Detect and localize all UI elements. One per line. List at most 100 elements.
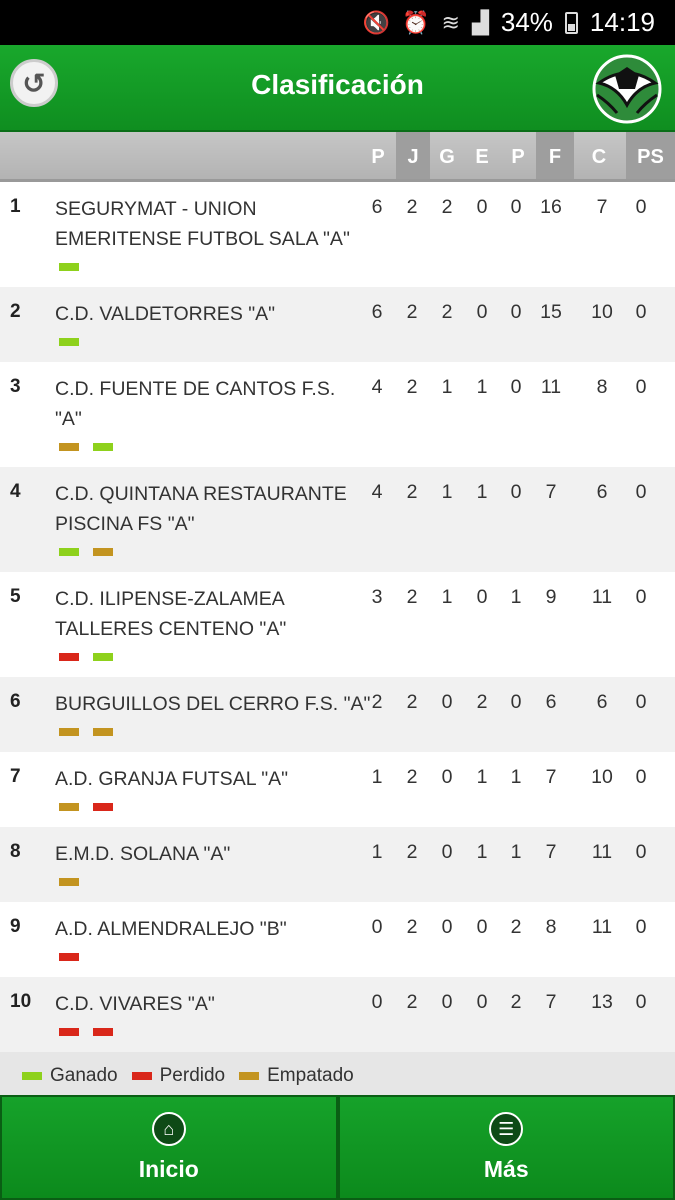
table-row[interactable]: 5 C.D. ILIPENSE-ZALAMEA TALLERES CENTENO "…: [0, 572, 675, 677]
col-won: G: [439, 146, 455, 168]
form-lost-marker: [93, 803, 113, 811]
row-stat: 6: [371, 301, 383, 323]
team-name-line: C.D. VIVARES "A": [55, 993, 215, 1015]
table-row[interactable]: 8 E.M.D. SOLANA "A" 1 2 0 1 1 7 11 0: [0, 827, 675, 902]
row-stat: 11: [591, 841, 613, 863]
home-icon: ⌂: [151, 1112, 186, 1146]
signal-icon: ▟: [471, 9, 489, 35]
row-stat: 2: [441, 196, 453, 218]
row-stat: 2: [510, 916, 522, 938]
row-stat: 7: [545, 841, 557, 863]
legend: Ganado Perdido Empatado: [0, 1057, 675, 1095]
row-form: [59, 878, 79, 886]
form-won-marker: [93, 653, 113, 661]
team-name-line: EMERITENSE FUTBOL SALA "A": [55, 228, 350, 250]
row-form: [59, 338, 79, 346]
row-team-name: C.D. ILIPENSE-ZALAMEA TALLERES CENTENO "A…: [55, 584, 365, 644]
table-row[interactable]: 3 C.D. FUENTE DE CANTOS F.S. "A" 4 2 1 1 0 11 8 0: [0, 362, 675, 467]
drawn-swatch: [239, 1072, 260, 1080]
row-rank: 8: [10, 841, 21, 862]
app-bar: ↺ Clasificación: [0, 45, 675, 132]
legend-drawn-label: Empatado: [267, 1065, 354, 1086]
row-stat: 1: [371, 841, 383, 863]
row-rank: 4: [10, 481, 21, 502]
table-row[interactable]: 7 A.D. GRANJA FUTSAL "A" 1 2 0 1 1 7 10 0: [0, 752, 675, 827]
row-team-name: SEGURYMAT - UNION EMERITENSE FUTBOL SALA …: [55, 194, 365, 254]
row-rank: 7: [10, 766, 21, 787]
row-stat: 6: [596, 481, 608, 503]
row-stat: 0: [635, 376, 647, 398]
row-stat: 16: [540, 196, 562, 218]
row-stat: 10: [591, 766, 613, 788]
row-form: [59, 728, 113, 736]
team-name-line: PISCINA FS "A": [55, 513, 195, 535]
row-stat: 2: [371, 691, 383, 713]
row-stat: 2: [406, 586, 418, 608]
table-row[interactable]: 9 A.D. ALMENDRALEJO "B" 0 2 0 0 2 8 11 0: [0, 902, 675, 977]
row-team-name: A.D. ALMENDRALEJO "B": [55, 914, 365, 944]
more-label: Más: [483, 1156, 529, 1182]
row-team-name: C.D. QUINTANA RESTAURANTE PISCINA FS "A": [55, 479, 365, 539]
standings-header: P J G E P F C PS: [0, 132, 675, 182]
row-stat: 0: [441, 841, 453, 863]
col-goals-for: F: [536, 132, 574, 179]
col-matches: J: [396, 132, 430, 179]
legend-drawn: Empatado: [239, 1065, 354, 1087]
team-name-line: C.D. VALDETORRES "A": [55, 303, 276, 325]
row-stat: 0: [635, 991, 647, 1013]
table-row[interactable]: 2 C.D. VALDETORRES "A" 6 2 2 0 0 15 10 0: [0, 287, 675, 362]
row-stat: 1: [441, 586, 453, 608]
form-drawn-marker: [59, 728, 79, 736]
row-rank: 5: [10, 586, 21, 607]
alarm-icon: ⏰: [402, 9, 430, 35]
row-stat: 2: [406, 916, 418, 938]
row-stat: 0: [510, 301, 522, 323]
wifi-icon: ≋: [441, 9, 460, 35]
col-lost: P: [511, 146, 525, 168]
row-stat: 2: [406, 376, 418, 398]
status-bar: 🔇 ⏰ ≋ ▟ 34% 14:19: [0, 0, 675, 45]
home-button[interactable]: ⌂ Inicio: [0, 1095, 338, 1200]
table-row[interactable]: 4 C.D. QUINTANA RESTAURANTE PISCINA FS "A"…: [0, 467, 675, 572]
row-team-name: A.D. GRANJA FUTSAL "A": [55, 764, 365, 794]
form-drawn-marker: [93, 548, 113, 556]
row-team-name: E.M.D. SOLANA "A": [55, 839, 365, 869]
table-row[interactable]: 1 SEGURYMAT - UNION EMERITENSE FUTBOL SALA…: [0, 182, 675, 287]
row-stat: 0: [441, 991, 453, 1013]
won-swatch: [22, 1072, 42, 1080]
ball-logo-icon: [592, 54, 662, 124]
form-won-marker: [59, 548, 79, 556]
row-form: [59, 263, 79, 271]
bottom-nav: ⌂ Inicio ☰ Más: [0, 1095, 675, 1200]
form-won-marker: [93, 443, 113, 451]
row-stat: 15: [540, 301, 562, 323]
page-title: Clasificación: [251, 69, 424, 100]
home-label: Inicio: [138, 1156, 199, 1182]
lost-swatch: [131, 1072, 152, 1080]
row-team-name: C.D. VALDETORRES "A": [55, 299, 365, 329]
table-row[interactable]: 10 C.D. VIVARES "A" 0 2 0 0 2 7 13 0: [0, 977, 675, 1052]
row-stat: 1: [476, 841, 488, 863]
table-row[interactable]: 6 BURGUILLOS DEL CERRO F.S. "A" 2 2 0 2 0 6 6 0: [0, 677, 675, 752]
row-stat: 0: [510, 481, 522, 503]
row-team-name: BURGUILLOS DEL CERRO F.S. "A": [55, 689, 370, 719]
row-stat: 1: [371, 766, 383, 788]
row-team-name: C.D. VIVARES "A": [55, 989, 365, 1019]
mute-icon: 🔇: [362, 9, 391, 35]
team-name-line: "A": [55, 408, 82, 430]
row-form: [59, 803, 113, 811]
row-stat: 0: [476, 991, 488, 1013]
row-stat: 0: [635, 766, 647, 788]
row-stat: 0: [476, 301, 488, 323]
clock: 14:19: [589, 7, 655, 37]
row-stat: 2: [510, 991, 522, 1013]
form-won-marker: [59, 338, 79, 346]
col-penalty: PS: [626, 132, 675, 179]
menu-icon: ☰: [489, 1112, 524, 1146]
more-button[interactable]: ☰ Más: [337, 1095, 675, 1200]
row-stat: 7: [545, 481, 557, 503]
row-stat: 0: [510, 376, 522, 398]
row-stat: 1: [510, 841, 522, 863]
row-stat: 0: [635, 586, 647, 608]
legend-lost-label: Perdido: [159, 1065, 226, 1086]
